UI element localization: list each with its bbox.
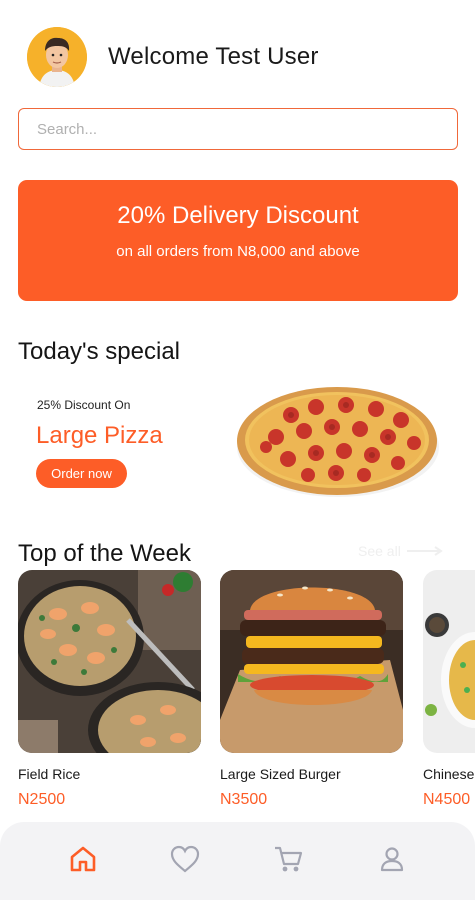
search-bar[interactable] — [18, 108, 458, 150]
food-price: N2500 — [18, 791, 66, 808]
food-price: N4500 — [423, 791, 471, 808]
nav-cart[interactable] — [271, 842, 305, 876]
top-of-week-title: Top of the Week — [18, 540, 191, 567]
nav-home[interactable] — [66, 842, 100, 876]
avatar[interactable] — [27, 27, 87, 87]
special-item-name: Large Pizza — [36, 422, 163, 449]
see-all-link[interactable]: See all — [358, 543, 443, 559]
nav-profile[interactable] — [375, 842, 409, 876]
welcome-text: Welcome Test User — [108, 43, 319, 70]
todays-special-title: Today's special — [18, 338, 180, 365]
bottom-nav — [0, 822, 475, 900]
home-icon — [70, 846, 96, 872]
header: Welcome Test User — [27, 27, 319, 87]
food-name: Field Rice — [18, 766, 81, 782]
promo-subtitle: on all orders from N8,000 and above — [116, 243, 360, 260]
cart-icon — [275, 846, 303, 872]
pizza-image[interactable] — [236, 385, 440, 506]
chinese-image[interactable] — [423, 570, 475, 753]
promo-banner[interactable]: 20% Delivery Discount on all orders from… — [18, 180, 458, 301]
see-all-label: See all — [358, 543, 401, 559]
food-name: Large Sized Burger — [220, 766, 341, 782]
arrow-right-icon — [406, 546, 443, 556]
burger-image[interactable] — [220, 570, 403, 753]
food-card[interactable]: Field Rice N2500 — [18, 570, 201, 808]
food-name: Chinese — [423, 766, 475, 782]
heart-icon — [170, 845, 200, 873]
food-price: N3500 — [220, 791, 268, 808]
food-card[interactable]: Chinese N4500 — [423, 570, 475, 808]
search-input[interactable] — [37, 120, 457, 138]
promo-title: 20% Delivery Discount — [117, 202, 359, 229]
special-discount-text: 25% Discount On — [37, 398, 131, 412]
field-rice-image[interactable] — [18, 570, 201, 753]
food-card[interactable]: Large Sized Burger N3500 — [220, 570, 403, 808]
profile-icon — [380, 847, 404, 872]
nav-favorites[interactable] — [168, 842, 202, 876]
order-now-button[interactable]: Order now — [36, 459, 127, 488]
